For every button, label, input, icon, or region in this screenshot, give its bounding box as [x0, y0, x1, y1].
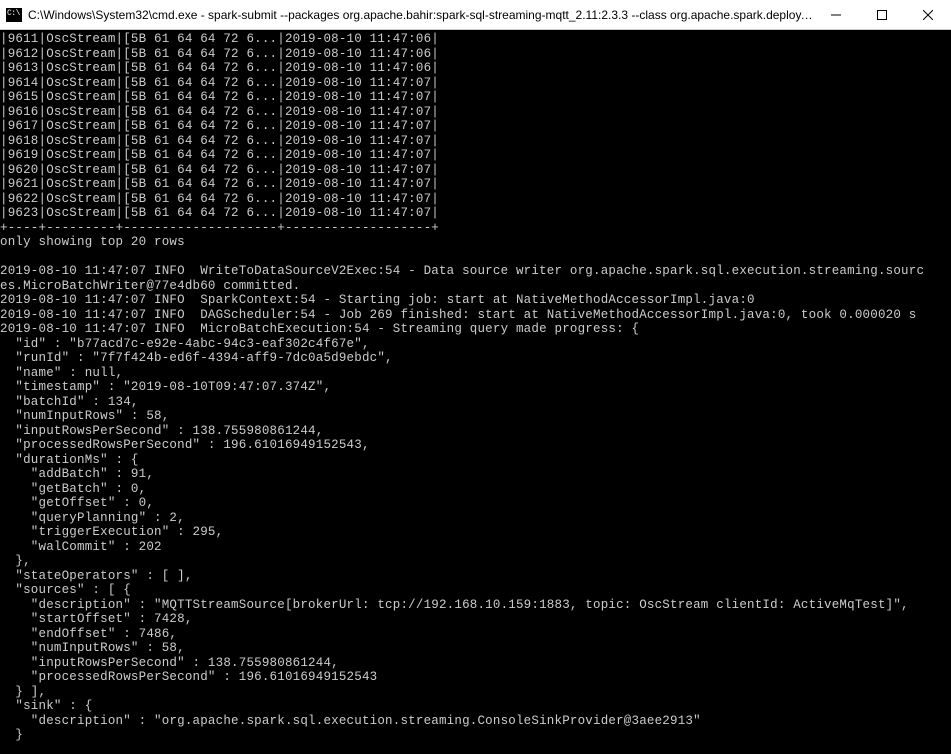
minimize-icon: [831, 10, 841, 20]
terminal-output[interactable]: |9611|OscStream|[5B 61 64 64 72 6...|201…: [0, 30, 951, 754]
maximize-icon: [877, 10, 887, 20]
window-controls: [813, 0, 951, 29]
titlebar[interactable]: C:\Windows\System32\cmd.exe - spark-subm…: [0, 0, 951, 30]
close-button[interactable]: [905, 0, 951, 29]
cmd-icon: [6, 8, 22, 22]
maximize-button[interactable]: [859, 0, 905, 29]
cmd-window: C:\Windows\System32\cmd.exe - spark-subm…: [0, 0, 951, 754]
window-title: C:\Windows\System32\cmd.exe - spark-subm…: [28, 8, 813, 22]
close-icon: [923, 10, 933, 20]
minimize-button[interactable]: [813, 0, 859, 29]
